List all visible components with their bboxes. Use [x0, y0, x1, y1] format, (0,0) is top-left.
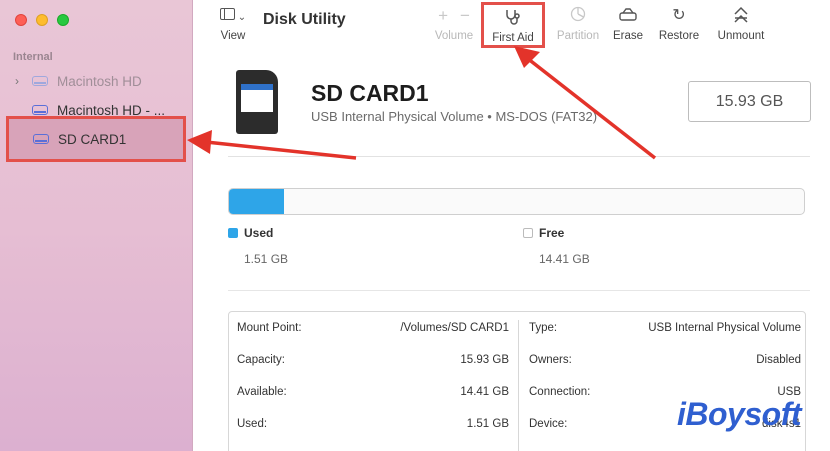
restore-button[interactable]: ↻ Restore: [656, 6, 702, 42]
restore-icon: ↻: [672, 7, 686, 24]
sidebar-item-macintosh-hd[interactable]: › Macintosh HD: [10, 68, 185, 94]
volume-button[interactable]: + − Volume: [431, 6, 477, 42]
view-label: View: [220, 30, 246, 42]
info-key: Mount Point:: [237, 322, 302, 334]
close-window-button[interactable]: [15, 14, 27, 26]
info-key: Type:: [529, 322, 558, 334]
view-button[interactable]: ⌄ View: [215, 7, 251, 42]
volume-label: Volume: [434, 30, 474, 42]
erase-button[interactable]: Erase: [609, 6, 647, 42]
info-value: Disabled: [756, 354, 801, 366]
partition-label: Partition: [556, 30, 600, 42]
erase-disk-icon: [609, 6, 647, 26]
info-key: Owners:: [529, 354, 572, 366]
column-separator: [518, 320, 519, 451]
eject-icon: [711, 6, 771, 26]
toolbar: ⌄ View Disk Utility + − Volume First Aid …: [193, 0, 830, 52]
volume-name: SD CARD1: [311, 80, 429, 106]
info-key: Connection:: [529, 386, 591, 398]
info-key: Used:: [237, 418, 268, 430]
zoom-window-button[interactable]: [57, 14, 69, 26]
sidebar-toggle-icon: [219, 8, 235, 20]
used-swatch: [228, 228, 238, 238]
info-row: Mount Point: /Volumes/SD CARD1: [237, 322, 509, 334]
first-aid-button[interactable]: First Aid: [481, 2, 545, 48]
sidebar-item-sd-card1[interactable]: SD CARD1: [6, 116, 186, 162]
info-value: 1.51 GB: [466, 418, 509, 430]
sidebar: Internal › Macintosh HD Macintosh HD - .…: [0, 0, 193, 451]
usage-bar: [228, 188, 805, 215]
used-value: 1.51 GB: [244, 252, 289, 266]
info-key: Capacity:: [237, 354, 285, 366]
info-row: Available: 14.41 GB: [237, 386, 509, 398]
main-panel: SD CARD1 USB Internal Physical Volume • …: [193, 52, 830, 451]
info-value: 14.41 GB: [460, 386, 509, 398]
partition-icon: [550, 6, 606, 26]
disk-icon: [33, 134, 49, 144]
info-row: Owners: Disabled: [529, 354, 801, 366]
free-swatch: [523, 228, 533, 238]
disk-icon: [32, 76, 48, 86]
info-key: Device:: [529, 418, 568, 430]
free-label: Free: [539, 226, 565, 240]
used-label: Used: [244, 226, 274, 240]
add-volume-icon[interactable]: +: [438, 6, 448, 25]
usage-bar-used-fill: [229, 189, 284, 214]
erase-label: Erase: [612, 30, 644, 42]
sidebar-item-label: SD CARD1: [58, 131, 127, 147]
sd-card-icon: [236, 70, 278, 134]
sidebar-item-label: Macintosh HD: [57, 73, 142, 89]
restore-label: Restore: [658, 30, 700, 42]
window-title: Disk Utility: [263, 11, 346, 28]
legend-used: Used 1.51 GB: [228, 226, 288, 266]
legend-free: Free 14.41 GB: [523, 226, 590, 266]
info-row: Used: 1.51 GB: [237, 418, 509, 430]
volume-description: USB Internal Physical Volume • MS-DOS (F…: [311, 109, 598, 124]
unmount-label: Unmount: [717, 30, 765, 42]
free-value: 14.41 GB: [539, 252, 590, 266]
info-value: 15.93 GB: [460, 354, 509, 366]
disk-icon: [32, 105, 48, 115]
divider: [228, 290, 810, 291]
remove-volume-icon[interactable]: −: [460, 6, 470, 25]
info-row: Type: USB Internal Physical Volume: [529, 322, 801, 334]
unmount-button[interactable]: Unmount: [711, 6, 771, 42]
chevron-right-icon[interactable]: ›: [10, 74, 24, 88]
minimize-window-button[interactable]: [36, 14, 48, 26]
sidebar-section-internal: Internal: [13, 51, 53, 63]
first-aid-label: First Aid: [492, 32, 534, 44]
divider: [228, 156, 810, 157]
info-key: Available:: [237, 386, 287, 398]
info-value: USB Internal Physical Volume: [648, 322, 801, 334]
partition-button[interactable]: Partition: [550, 6, 606, 42]
chevron-down-icon: ⌄: [237, 12, 247, 23]
iboysoft-watermark: iBoysoft: [677, 396, 802, 432]
info-row: Capacity: 15.93 GB: [237, 354, 509, 366]
info-value: /Volumes/SD CARD1: [400, 322, 509, 334]
stethoscope-icon: [484, 8, 542, 28]
capacity-badge: 15.93 GB: [688, 81, 811, 122]
